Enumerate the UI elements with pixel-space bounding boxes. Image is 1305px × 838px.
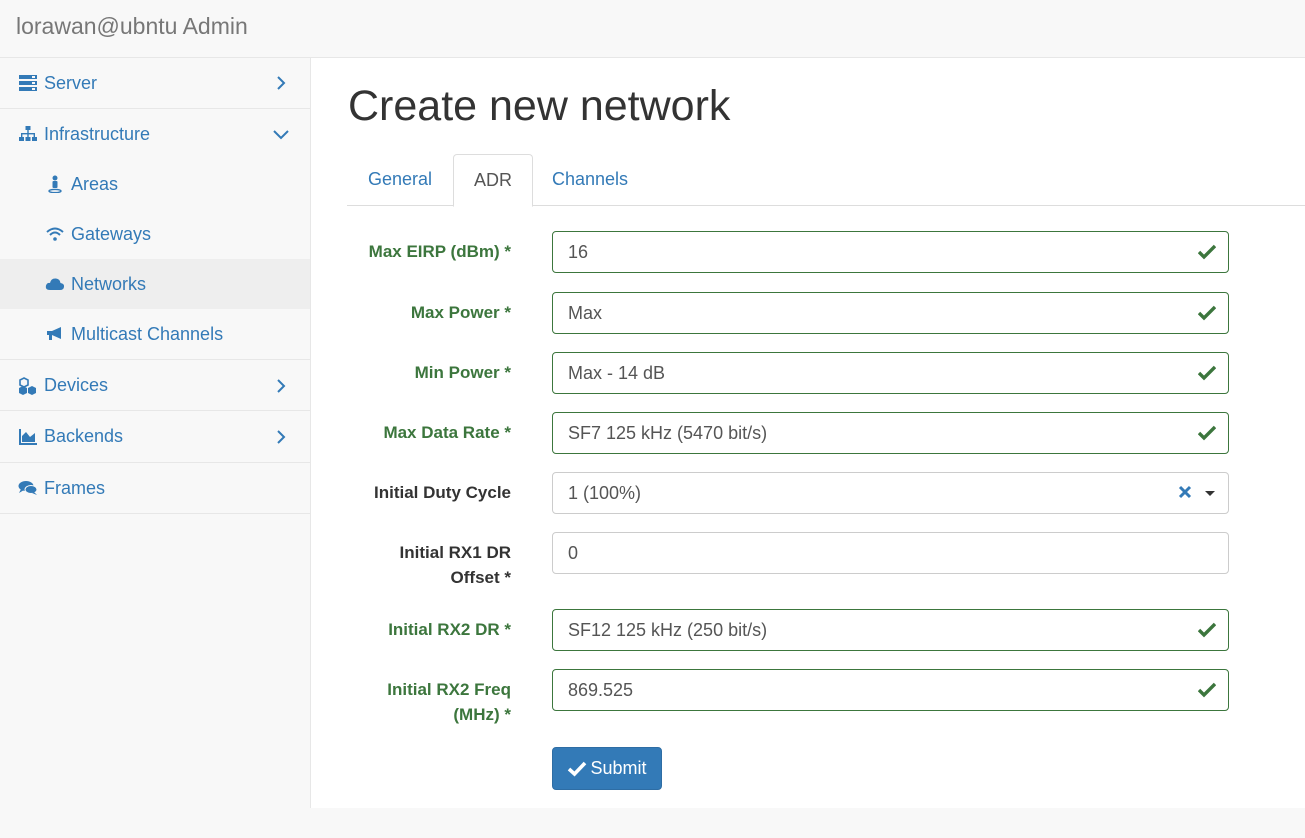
max-data-rate-select[interactable]: SF7 125 kHz (5470 bit/s) (552, 412, 1229, 454)
tab-general[interactable]: General (348, 154, 452, 206)
check-icon (1198, 244, 1216, 260)
label-line: Offset * (450, 568, 511, 587)
main-content: Create new network General ADR Channels … (311, 58, 1305, 808)
cloud-icon (45, 274, 65, 294)
field-value: Max (568, 303, 603, 323)
initial-rx1-dr-offset-input[interactable]: 0 (552, 532, 1229, 574)
tab-channels[interactable]: Channels (532, 154, 648, 206)
sitemap-icon (18, 124, 38, 144)
max-power-select[interactable]: Max (552, 292, 1229, 334)
sidebar-item-label: Server (44, 72, 98, 93)
sidebar-item-label: Backends (44, 426, 124, 446)
caret-down-icon[interactable] (1205, 491, 1215, 496)
check-icon (1198, 682, 1216, 698)
sidebar-item-server[interactable]: Server (0, 58, 310, 108)
check-icon (1198, 305, 1216, 321)
initial-duty-cycle-label: Initial Duty Cycle (374, 483, 511, 502)
sidebar: Server Infrastructure Areas Gateways Net… (0, 58, 311, 808)
max-eirp-label: Max EIRP (dBm) * (368, 242, 511, 261)
initial-rx2-dr-label: Initial RX2 DR * (388, 620, 511, 639)
check-icon (1198, 622, 1216, 638)
check-icon (1198, 425, 1216, 441)
initial-rx2-freq-input[interactable]: 869.525 (552, 669, 1229, 711)
page-title: Create new network (348, 82, 731, 130)
field-value: 1 (100%) (568, 483, 642, 503)
bullhorn-icon (45, 324, 65, 344)
sidebar-item-label: Devices (44, 375, 109, 395)
sidebar-item-label: Networks (71, 273, 147, 294)
street-view-icon (45, 174, 65, 194)
comments-icon (18, 478, 38, 498)
initial-duty-cycle-select[interactable]: 1 (100%) (552, 472, 1229, 514)
clear-icon[interactable] (1178, 485, 1192, 499)
initial-rx2-dr-select[interactable]: SF12 125 kHz (250 bit/s) (552, 609, 1229, 651)
sidebar-item-label: Infrastructure (44, 123, 151, 144)
sidebar-item-label: Areas (71, 173, 119, 194)
chevron-right-icon (277, 76, 286, 90)
check-icon (568, 761, 587, 777)
sidebar-item-areas[interactable]: Areas (0, 159, 310, 209)
sidebar-item-multicast-channels[interactable]: Multicast Channels (0, 309, 310, 359)
min-power-label: Min Power * (414, 363, 511, 382)
field-value: SF12 125 kHz (250 bit/s) (568, 620, 768, 640)
field-value: Max - 14 dB (568, 363, 666, 383)
submit-label: Submit (590, 758, 647, 778)
label-line: Initial RX2 Freq (387, 680, 511, 699)
min-power-select[interactable]: Max - 14 dB (552, 352, 1229, 394)
field-value: 0 (568, 543, 579, 563)
tab-bar: General ADR Channels (347, 154, 1305, 207)
sidebar-item-infrastructure[interactable]: Infrastructure (0, 109, 310, 159)
label-line: Initial RX1 DR (399, 543, 511, 562)
initial-rx2-freq-label: Initial RX2 Freq (MHz) * (311, 677, 511, 727)
chevron-right-icon (277, 378, 286, 393)
sidebar-item-gateways[interactable]: Gateways (0, 209, 310, 259)
top-navbar: lorawan@ubntu Admin (0, 0, 1305, 58)
chevron-down-icon (273, 130, 289, 140)
sidebar-item-label: Multicast Channels (71, 323, 224, 344)
field-value: 16 (568, 242, 589, 262)
sidebar-item-label: Frames (44, 477, 106, 498)
sidebar-item-frames[interactable]: Frames (0, 463, 310, 513)
sidebar-item-devices[interactable]: Devices (0, 360, 310, 411)
sidebar-item-backends[interactable]: Backends (0, 411, 310, 462)
chevron-right-icon (277, 429, 286, 444)
tab-adr[interactable]: ADR (453, 154, 534, 207)
app-brand[interactable]: lorawan@ubntu Admin (16, 13, 248, 40)
sidebar-item-label: Gateways (71, 223, 152, 244)
server-icon (18, 73, 38, 93)
field-value: 869.525 (568, 680, 634, 700)
initial-rx1-dr-offset-label: Initial RX1 DR Offset * (311, 540, 511, 590)
check-icon (1198, 365, 1216, 381)
submit-button[interactable]: Submit (552, 747, 662, 790)
wifi-icon (45, 224, 65, 244)
max-data-rate-label: Max Data Rate * (383, 423, 511, 442)
max-eirp-input[interactable]: 16 (552, 231, 1229, 273)
field-value: SF7 125 kHz (5470 bit/s) (568, 423, 768, 443)
max-power-label: Max Power * (410, 303, 511, 322)
area-chart-icon (18, 427, 38, 447)
cubes-icon (18, 376, 38, 396)
label-line: (MHz) * (453, 705, 511, 724)
sidebar-item-networks[interactable]: Networks (0, 259, 310, 309)
